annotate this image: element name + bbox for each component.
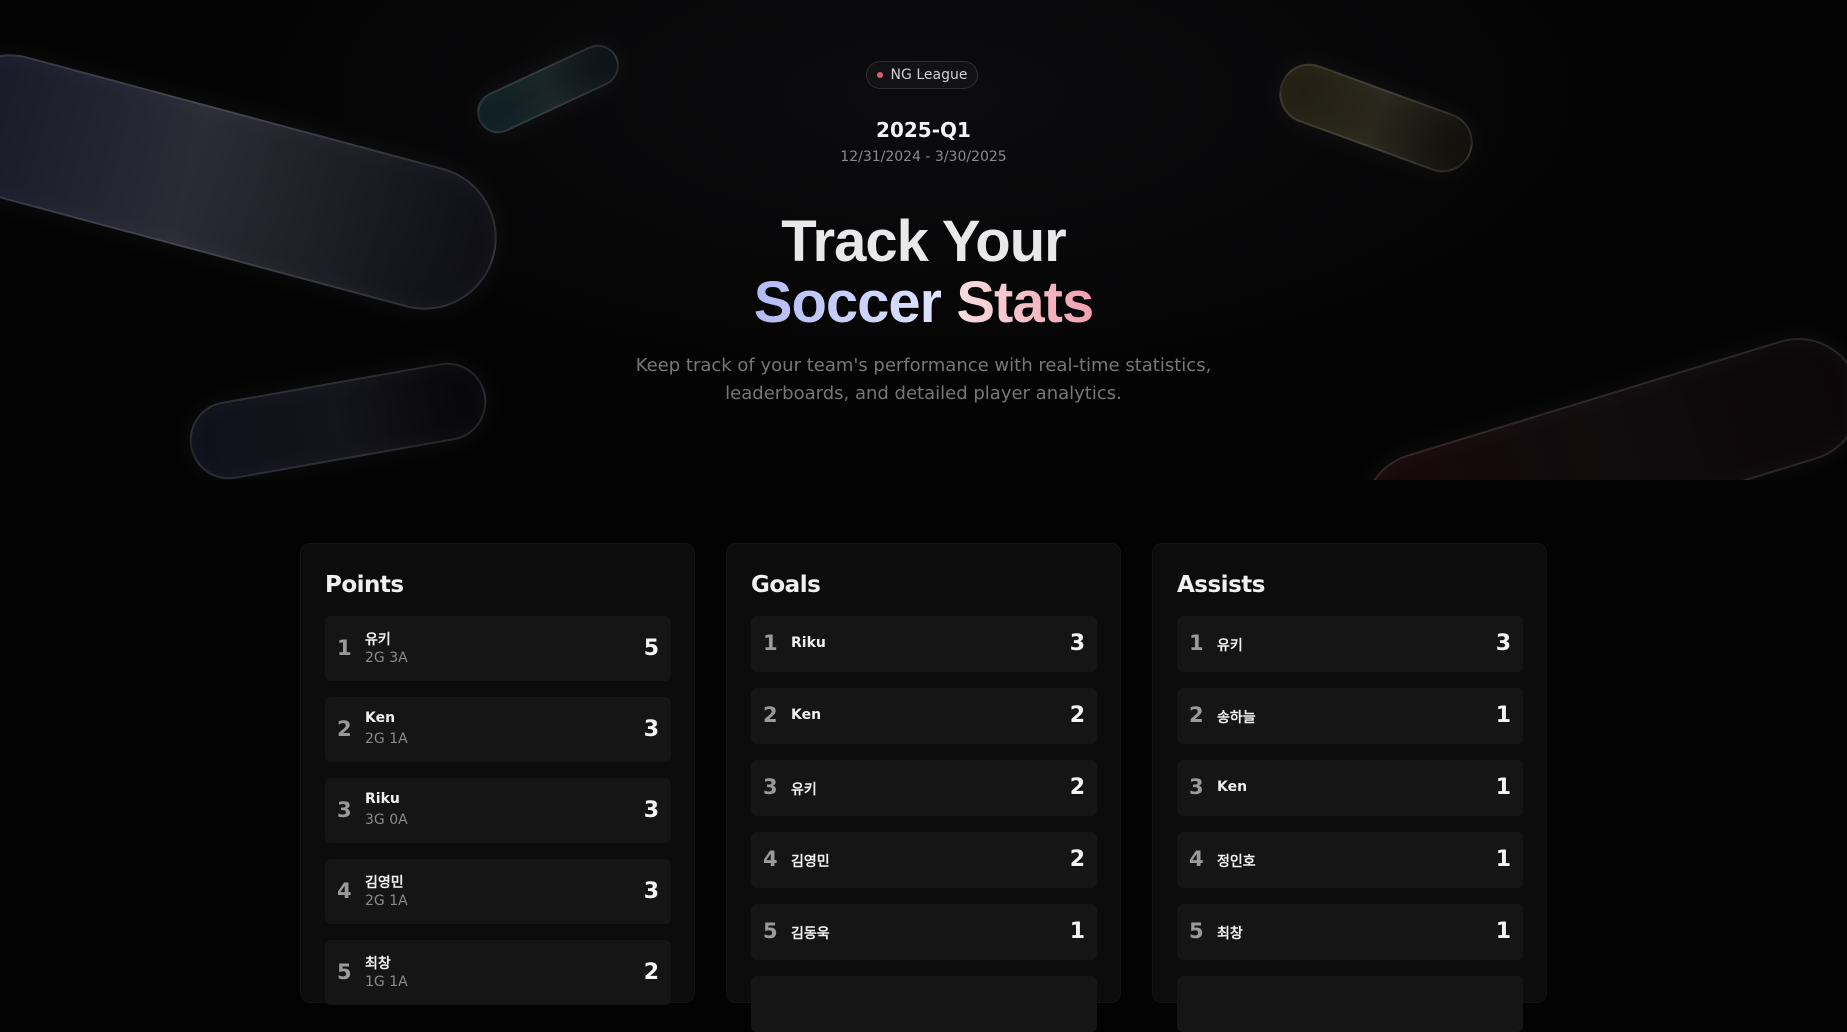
hero-title-word-soccer: Soccer: [753, 270, 942, 335]
leaderboard-row[interactable]: 4 김영민 2G 1A 3: [325, 859, 671, 924]
row-value: 2: [643, 960, 659, 985]
row-value: 1: [1495, 919, 1511, 944]
league-badge[interactable]: NG League: [866, 61, 978, 89]
player-stat-detail: 3G 0A: [365, 812, 408, 828]
row-rank: 3: [337, 798, 352, 822]
leaderboard-row[interactable]: 1 유키 3: [1177, 616, 1523, 672]
goals-title: Goals: [751, 572, 821, 598]
player-stat-detail: 2G 3A: [365, 650, 408, 666]
player-name: Ken: [791, 707, 822, 723]
row-value: 1: [1495, 775, 1511, 800]
player-name: 김동욱: [791, 926, 830, 942]
assists-leaderboard: Assists 1 유키 3 2 송하늘 1 3 Ken 1 4 정인호 1 5…: [1152, 543, 1547, 1032]
leaderboard-row[interactable]: 1 Riku 3: [751, 616, 1097, 672]
leaderboard-row[interactable]: 5 김동욱 1: [751, 904, 1097, 960]
player-name: 김영민: [365, 875, 404, 891]
hero-section: NG League 2025-Q1 12/31/2024 - 3/30/2025…: [0, 0, 1847, 480]
row-value: 5: [643, 636, 659, 661]
player-name: 유키: [791, 782, 817, 798]
row-value: 2: [1069, 847, 1085, 872]
player-name: 정인호: [1217, 854, 1256, 870]
row-value: 1: [1069, 919, 1085, 944]
points-leaderboard: Points 1 유키 2G 3A 5 2 Ken 2G 1A 3 3 Riku…: [300, 543, 695, 1005]
row-value: 1: [1495, 847, 1511, 872]
season-date-range: 12/31/2024 - 3/30/2025: [840, 149, 1007, 165]
season-label: 2025-Q1: [876, 118, 971, 142]
player-name: Ken: [1217, 779, 1248, 795]
row-rank: 1: [1189, 631, 1204, 655]
hero-title-line2: Soccer Stats: [0, 272, 1847, 334]
leaderboard-row[interactable]: 1 유키 2G 3A 5: [325, 616, 671, 681]
player-name: Riku: [791, 635, 826, 651]
player-name: 송하늘: [1217, 710, 1256, 726]
row-rank: 2: [1189, 703, 1204, 727]
leaderboard-row[interactable]: 2 Ken 2G 1A 3: [325, 697, 671, 762]
leaderboard-row[interactable]: 3 Riku 3G 0A 3: [325, 778, 671, 843]
row-rank: 5: [1189, 919, 1204, 943]
row-rank: 5: [337, 960, 352, 984]
row-rank: 4: [763, 847, 778, 871]
leaderboard-row[interactable]: 5 최창 1: [1177, 904, 1523, 960]
row-rank: 3: [763, 775, 778, 799]
leaderboard-row[interactable]: 5 최창 1G 1A 2: [325, 940, 671, 1005]
row-rank: 2: [337, 717, 352, 741]
player-name: Riku: [365, 791, 400, 807]
leaderboard-row[interactable]: 2 Ken 2: [751, 688, 1097, 744]
row-rank: 4: [1189, 847, 1204, 871]
row-rank: 1: [337, 636, 352, 660]
hero-title-line1: Track Your: [781, 209, 1066, 274]
player-stat-detail: 2G 1A: [365, 893, 408, 909]
row-value: 2: [1069, 775, 1085, 800]
player-name: 최창: [1217, 926, 1243, 942]
player-stat-detail: 1G 1A: [365, 974, 408, 990]
player-name: 유키: [365, 632, 391, 648]
row-rank: 3: [1189, 775, 1204, 799]
player-name: 유키: [1217, 638, 1243, 654]
row-value: 3: [643, 798, 659, 823]
hero-title-word-stats: Stats: [956, 270, 1094, 335]
row-value: 3: [1069, 631, 1085, 656]
leaderboard-row[interactable]: 4 김영민 2: [751, 832, 1097, 888]
row-value: 3: [643, 879, 659, 904]
league-name: NG League: [890, 67, 968, 83]
row-value: 1: [1495, 703, 1511, 728]
hero-subtitle-line1: Keep track of your team's performance wi…: [635, 355, 1212, 376]
row-value: 3: [643, 717, 659, 742]
hero-subtitle-line2: leaderboards, and detailed player analyt…: [725, 383, 1122, 404]
leaderboard-row[interactable]: 3 Ken 1: [1177, 760, 1523, 816]
goals-leaderboard: Goals 1 Riku 3 2 Ken 2 3 유키 2 4 김영민 2 5 …: [726, 543, 1121, 1032]
assists-title: Assists: [1177, 572, 1265, 598]
row-rank: 2: [763, 703, 778, 727]
leaderboard-row[interactable]: 2 송하늘 1: [1177, 688, 1523, 744]
row-value: 2: [1069, 703, 1085, 728]
leaderboard-row-partial[interactable]: [1177, 976, 1523, 1032]
player-name: 최창: [365, 956, 391, 972]
status-dot-icon: [876, 72, 883, 78]
row-rank: 4: [337, 879, 352, 903]
player-name: 김영민: [791, 854, 830, 870]
row-rank: 5: [763, 919, 778, 943]
player-name: Ken: [365, 710, 396, 726]
row-rank: 1: [763, 631, 778, 655]
leaderboard-row[interactable]: 3 유키 2: [751, 760, 1097, 816]
player-stat-detail: 2G 1A: [365, 731, 408, 747]
leaderboard-row-partial[interactable]: [751, 976, 1097, 1032]
points-title: Points: [325, 572, 404, 598]
leaderboard-row[interactable]: 4 정인호 1: [1177, 832, 1523, 888]
row-value: 3: [1495, 631, 1511, 656]
